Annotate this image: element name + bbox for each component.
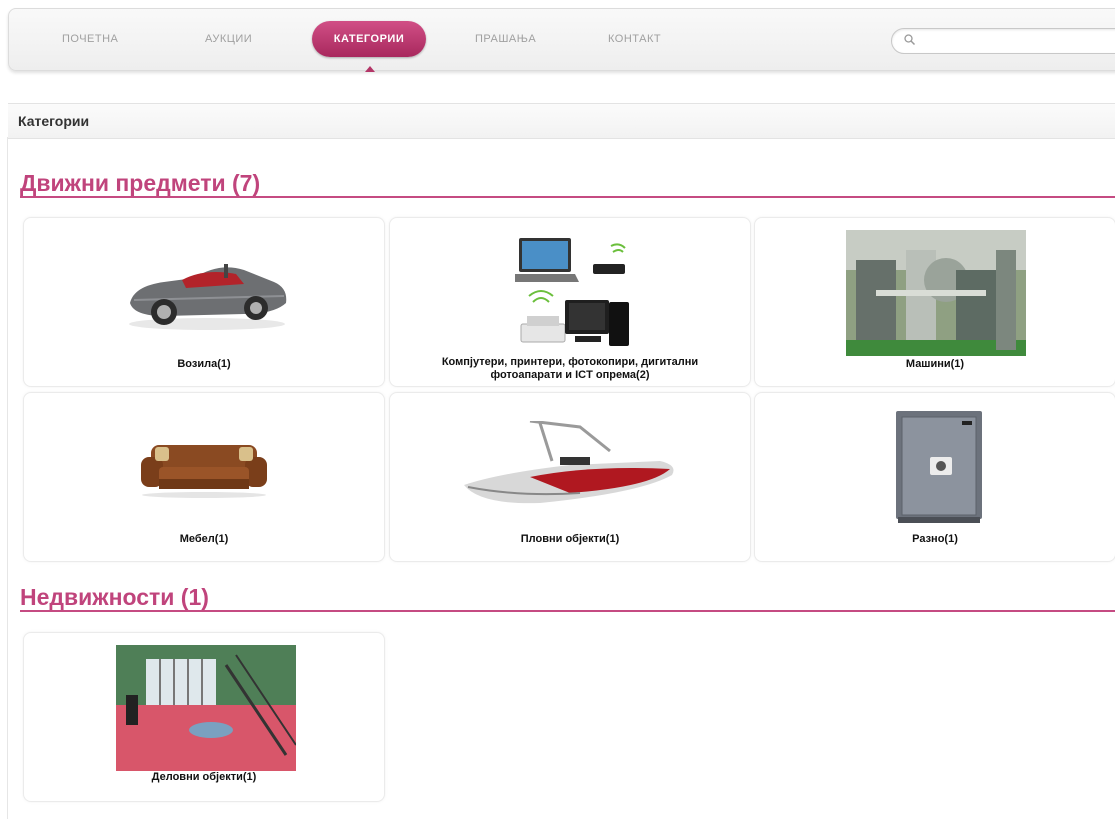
category-label: Мебел(1) [179,533,229,545]
category-label: Деловни објекти(1) [151,771,257,783]
search-input[interactable] [891,28,1115,54]
section-title-real-estate: Недвижности (1) [20,584,209,610]
search-icon[interactable] [903,33,917,47]
category-label: Машини(1) [905,358,965,370]
nav-item-categories[interactable]: КАТЕГОРИИ [312,21,426,57]
content-left-border [7,137,8,819]
section-divider [20,610,1115,612]
active-nav-pointer [365,66,375,72]
safe-image [896,411,982,523]
category-card-machines[interactable]: Машини(1) [754,217,1115,387]
category-card-computers[interactable]: Компјутери, принтери, фотокопири, дигита… [389,217,751,387]
section-title-movables: Движни предмети (7) [20,170,261,196]
category-card-vessels[interactable]: Пловни објекти(1) [389,392,751,562]
machines-image [846,230,1026,356]
category-card-business-premises[interactable]: Деловни објекти(1) [23,632,385,802]
car-image [129,264,287,330]
main-nav: ПОЧЕТНА АУКЦИИ КАТЕГОРИИ ПРАШАЊА КОНТАКТ [8,8,1115,72]
nav-item-auctions[interactable]: АУКЦИИ [205,33,252,45]
nav-item-home[interactable]: ПОЧЕТНА [62,33,118,45]
category-label: Пловни објекти(1) [520,533,620,545]
category-label: Возила(1) [177,358,231,370]
category-card-misc[interactable]: Разно(1) [754,392,1115,562]
breadcrumb: Категории [8,103,1115,139]
boat-image [464,421,674,504]
business-premises-image [116,645,296,771]
nav-item-questions[interactable]: ПРАШАЊА [475,33,536,45]
page-title: Категории [18,113,90,129]
sofa-image [141,445,267,498]
computers-image [515,238,629,346]
nav-item-contact[interactable]: КОНТАКТ [608,33,661,45]
category-card-vehicles[interactable]: Возила(1) [23,217,385,387]
category-card-furniture[interactable]: Мебел(1) [23,392,385,562]
category-label: Разно(1) [912,533,958,545]
category-label: Компјутери, принтери, фотокопири, дигита… [441,356,699,381]
section-divider [20,196,1115,198]
